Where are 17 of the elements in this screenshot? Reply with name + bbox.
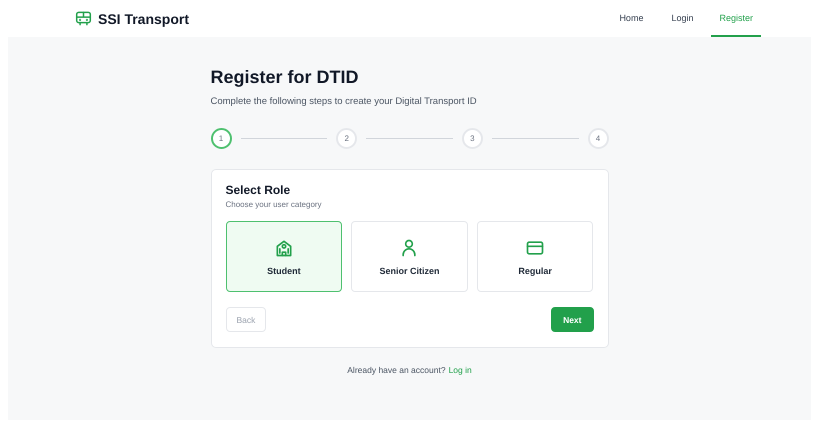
step-indicator: 4 (588, 128, 609, 149)
brand-name: SSI Transport (98, 10, 190, 26)
nav-link[interactable]: Home (609, 0, 654, 37)
step-indicator: 2 (336, 128, 358, 149)
page-title: Register for DTID (210, 67, 360, 88)
step-indicator: 3 (462, 128, 483, 149)
page-subtitle: Complete the following steps to create your Digital Transport ID (210, 96, 478, 107)
nav-link[interactable]: Login (661, 0, 704, 37)
role-option[interactable]: Senior Citizen (351, 221, 468, 292)
card-subtitle: Choose your user category (226, 200, 323, 209)
bus-icon (75, 11, 92, 26)
school-icon (274, 238, 294, 258)
role-option[interactable]: Student (226, 221, 342, 292)
card-title: Select Role (226, 183, 292, 197)
role-option[interactable]: Regular (476, 221, 594, 292)
account-prompt: Already have an account? (347, 365, 446, 375)
step-indicator: 1 (210, 128, 232, 149)
